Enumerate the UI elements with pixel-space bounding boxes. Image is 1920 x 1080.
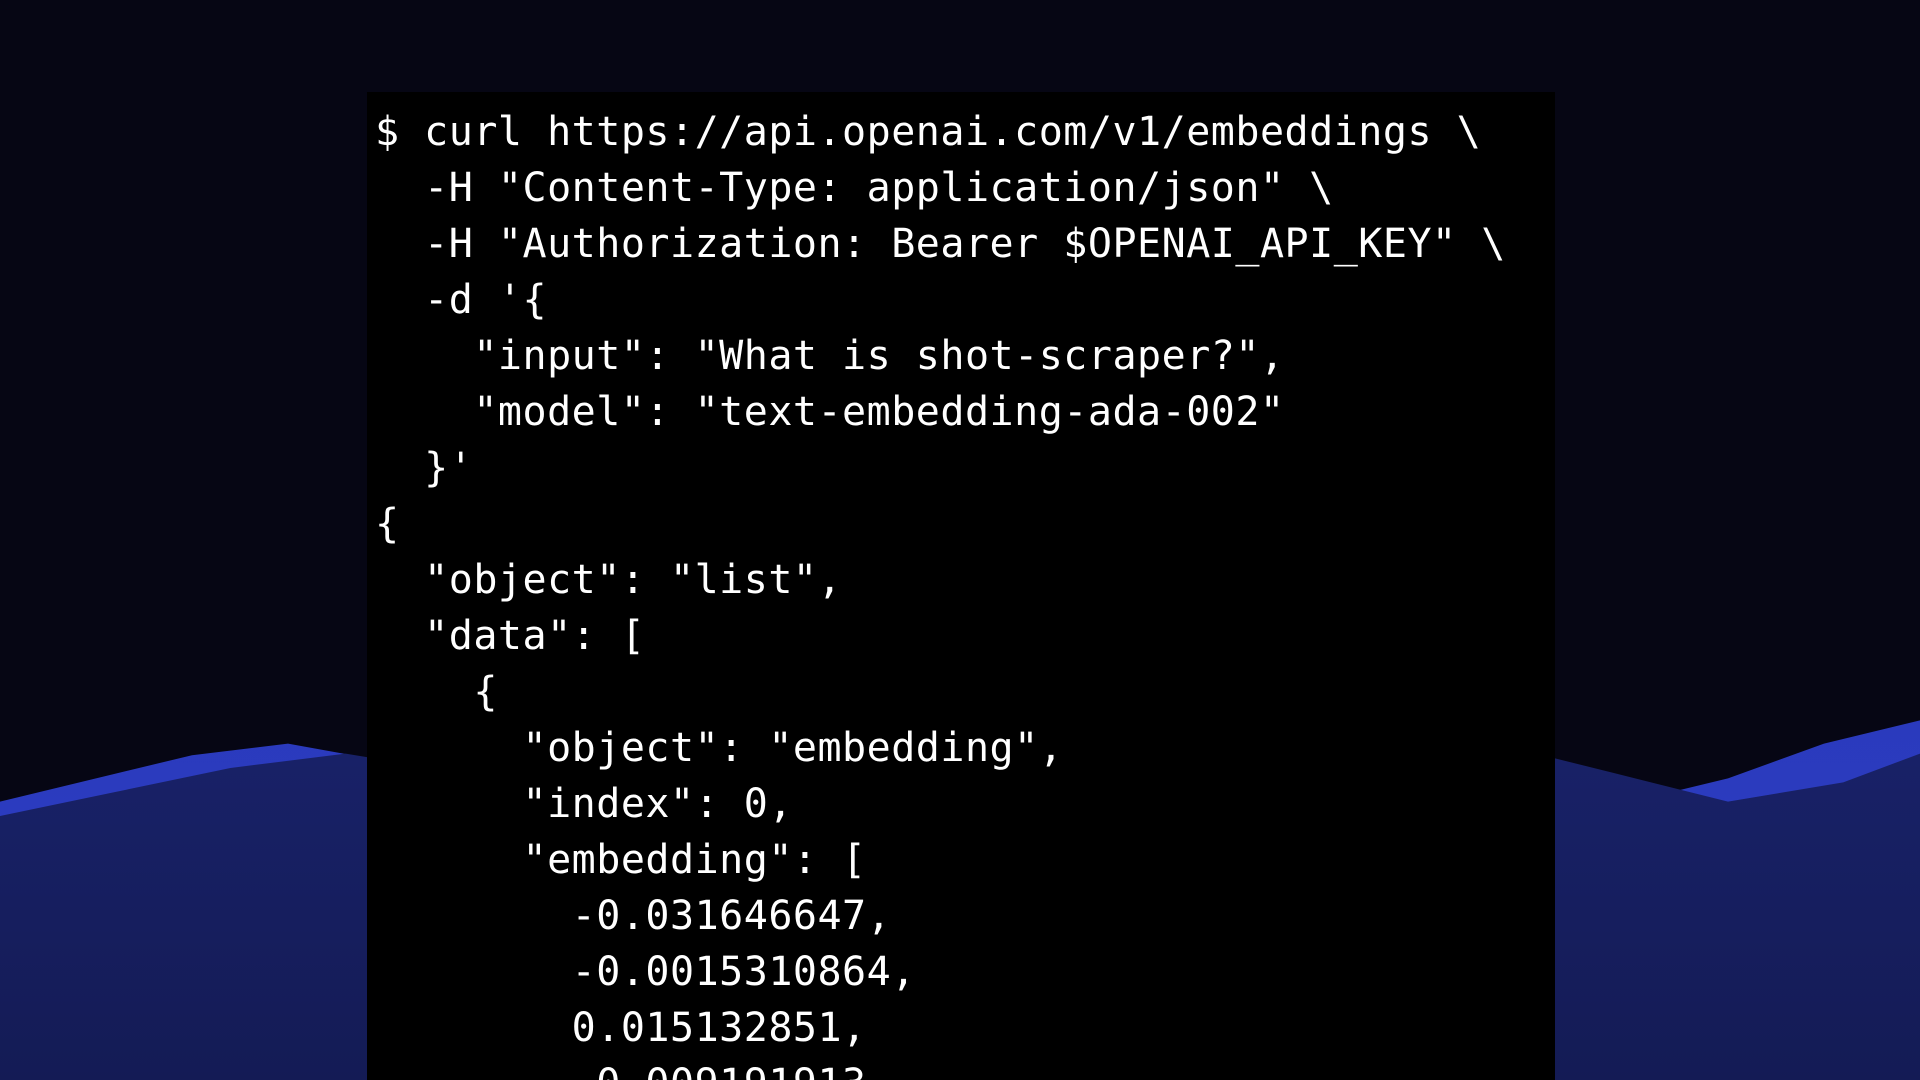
terminal-window[interactable]: $ curl https://api.openai.com/v1/embeddi… [367,92,1555,1080]
terminal-output: $ curl https://api.openai.com/v1/embeddi… [367,92,1555,1080]
